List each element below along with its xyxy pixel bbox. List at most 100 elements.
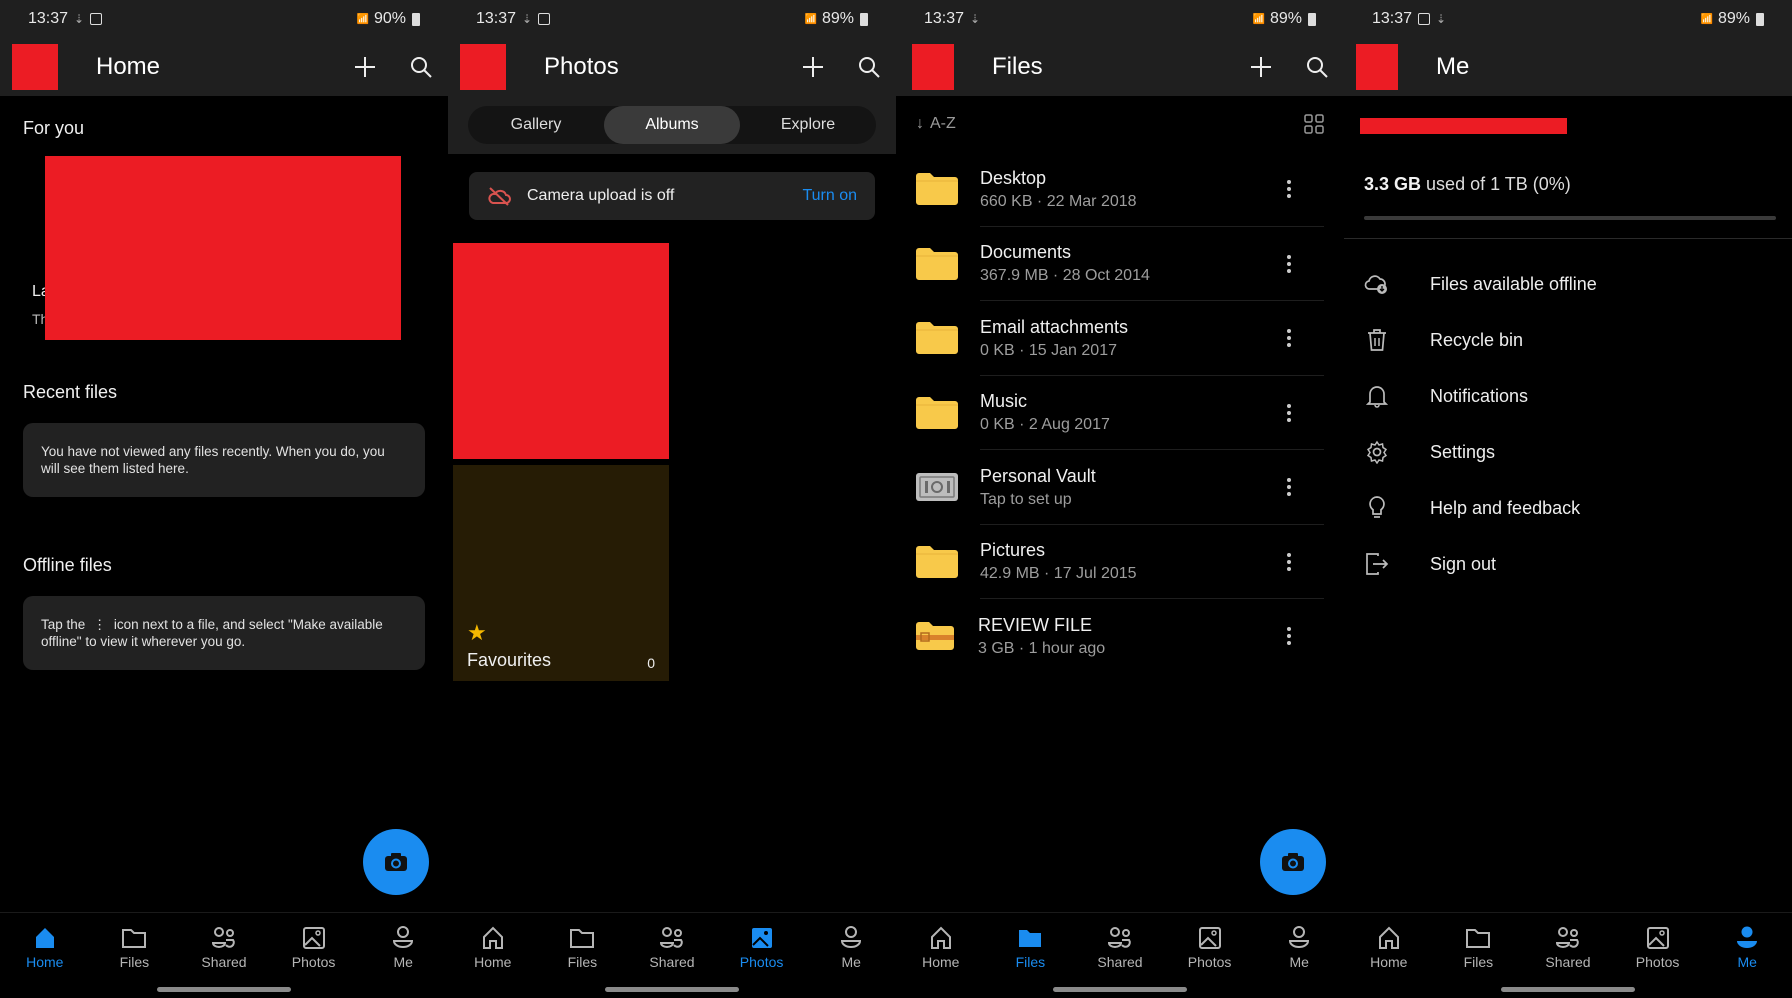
- segmented-control: Gallery Albums Explore: [468, 106, 876, 144]
- nav-me[interactable]: Me: [1259, 925, 1339, 970]
- folder-icon: [570, 929, 595, 948]
- turn-on-link[interactable]: Turn on: [802, 187, 857, 205]
- recent-files-heading: Recent files: [23, 382, 118, 402]
- nav-label: Shared: [1097, 954, 1143, 970]
- file-row[interactable]: Documents 367.9 MB · 28 Oct 2014: [896, 227, 1344, 302]
- search-button[interactable]: [406, 52, 436, 82]
- album-name: Favourites: [467, 650, 552, 670]
- nav-home[interactable]: Home: [901, 925, 981, 970]
- camera-fab[interactable]: [363, 829, 429, 895]
- file-name: Documents: [980, 242, 1072, 263]
- nav-files[interactable]: Files: [542, 925, 622, 970]
- search-icon: [411, 57, 432, 78]
- sort-bar: ↓ A-Z: [896, 96, 1344, 152]
- more-vert-icon: [1287, 403, 1291, 422]
- more-options-button[interactable]: [1274, 403, 1304, 423]
- nav-me[interactable]: Me: [363, 925, 443, 970]
- avatar[interactable]: [12, 44, 58, 90]
- menu-recycle-bin[interactable]: Recycle bin: [1344, 312, 1792, 368]
- menu-sign-out[interactable]: Sign out: [1344, 536, 1792, 592]
- battery-icon: [412, 12, 420, 26]
- more-options-button[interactable]: [1274, 328, 1304, 348]
- album-tile-redacted[interactable]: [453, 243, 669, 459]
- shared-icon: [1555, 927, 1579, 948]
- nav-files[interactable]: Files: [94, 925, 174, 970]
- file-row[interactable]: Music 0 KB · 2 Aug 2017: [896, 376, 1344, 451]
- more-options-button[interactable]: [1274, 552, 1304, 572]
- nav-label: Home: [474, 954, 512, 970]
- home-indicator[interactable]: [605, 987, 739, 992]
- tab-explore[interactable]: Explore: [740, 106, 876, 144]
- status-bar: 13:37 ⇣ 📶 89%: [896, 0, 1344, 38]
- nav-shared[interactable]: Shared: [632, 925, 712, 970]
- search-button[interactable]: [1302, 52, 1332, 82]
- more-vert-icon: [1287, 478, 1291, 497]
- more-options-button[interactable]: [1274, 254, 1304, 274]
- nav-label: Home: [1370, 954, 1408, 970]
- bell-icon: [1366, 386, 1388, 408]
- menu-notifications[interactable]: Notifications: [1344, 368, 1792, 424]
- menu-files-available-offline[interactable]: Files available offline: [1344, 256, 1792, 312]
- nav-photos[interactable]: Photos: [1170, 925, 1250, 970]
- file-row[interactable]: Pictures 42.9 MB · 17 Jul 2015: [896, 525, 1344, 600]
- file-row[interactable]: Personal Vault Tap to set up: [896, 450, 1344, 525]
- page-title: Home: [96, 53, 161, 80]
- nav-photos[interactable]: Photos: [722, 925, 802, 970]
- page-title: Files: [992, 53, 1043, 80]
- file-name: Pictures: [980, 540, 1046, 561]
- file-row[interactable]: Desktop 660 KB · 22 Mar 2018: [896, 152, 1344, 227]
- nav-home[interactable]: Home: [453, 925, 533, 970]
- file-detail: Tap to set up: [980, 490, 1072, 508]
- home-indicator[interactable]: [157, 987, 291, 992]
- sort-button[interactable]: ↓ A-Z: [916, 115, 956, 133]
- status-bar: 13:37 ⇣ 📶 89%: [448, 0, 896, 38]
- shared-icon: [659, 927, 683, 948]
- home-indicator[interactable]: [1501, 987, 1635, 992]
- nav-files[interactable]: Files: [1438, 925, 1518, 970]
- nav-home[interactable]: Home: [5, 925, 85, 970]
- photo-icon: [1198, 927, 1221, 949]
- avatar[interactable]: [1356, 44, 1398, 90]
- nav-shared[interactable]: Shared: [1528, 925, 1608, 970]
- menu-label: Recycle bin: [1430, 329, 1524, 350]
- file-detail: 0 KB · 15 Jan 2017: [980, 341, 1117, 359]
- nav-home[interactable]: Home: [1349, 925, 1429, 970]
- more-options-button[interactable]: [1274, 477, 1304, 497]
- avatar[interactable]: [460, 44, 506, 90]
- add-button[interactable]: [1246, 52, 1276, 82]
- search-icon: [1307, 57, 1328, 78]
- album-tile-favourites[interactable]: ★ Favourites 0: [453, 465, 669, 681]
- menu-settings[interactable]: Settings: [1344, 424, 1792, 480]
- add-button[interactable]: [798, 52, 828, 82]
- nav-photos[interactable]: Photos: [274, 925, 354, 970]
- nav-photos[interactable]: Photos: [1618, 925, 1698, 970]
- tab-gallery[interactable]: Gallery: [468, 106, 604, 144]
- home-indicator[interactable]: [1053, 987, 1187, 992]
- nav-label: Photos: [1187, 954, 1232, 970]
- nav-me[interactable]: Me: [811, 925, 891, 970]
- for-you-card-redacted[interactable]: [45, 156, 401, 340]
- storage-used: 3.3 GB: [1364, 174, 1422, 194]
- more-options-button[interactable]: [1274, 179, 1304, 199]
- nav-shared[interactable]: Shared: [184, 925, 264, 970]
- bottom-nav: Home Files Shared Photos Me: [0, 912, 448, 998]
- nav-files[interactable]: Files: [990, 925, 1070, 970]
- add-button[interactable]: [350, 52, 380, 82]
- avatar[interactable]: [912, 44, 954, 90]
- grid-view-icon[interactable]: [1304, 114, 1324, 134]
- more-options-button[interactable]: [1274, 626, 1304, 646]
- camera-fab[interactable]: [1260, 829, 1326, 895]
- person-icon: [1737, 926, 1758, 948]
- nav-label: Files: [1463, 954, 1494, 970]
- file-detail: 660 KB · 22 Mar 2018: [980, 192, 1137, 210]
- file-row[interactable]: REVIEW FILE 3 GB · 1 hour ago: [896, 599, 1344, 674]
- menu-label: Sign out: [1430, 553, 1497, 574]
- menu-help-and-feedback[interactable]: Help and feedback: [1344, 480, 1792, 536]
- file-row[interactable]: Email attachments 0 KB · 15 Jan 2017: [896, 301, 1344, 376]
- tab-albums[interactable]: Albums: [604, 106, 740, 144]
- nav-label: Home: [26, 954, 64, 970]
- search-button[interactable]: [854, 52, 884, 82]
- storage-summary: 3.3 GB used of 1 TB (0%): [1364, 174, 1571, 195]
- nav-shared[interactable]: Shared: [1080, 925, 1160, 970]
- nav-me[interactable]: Me: [1707, 925, 1787, 970]
